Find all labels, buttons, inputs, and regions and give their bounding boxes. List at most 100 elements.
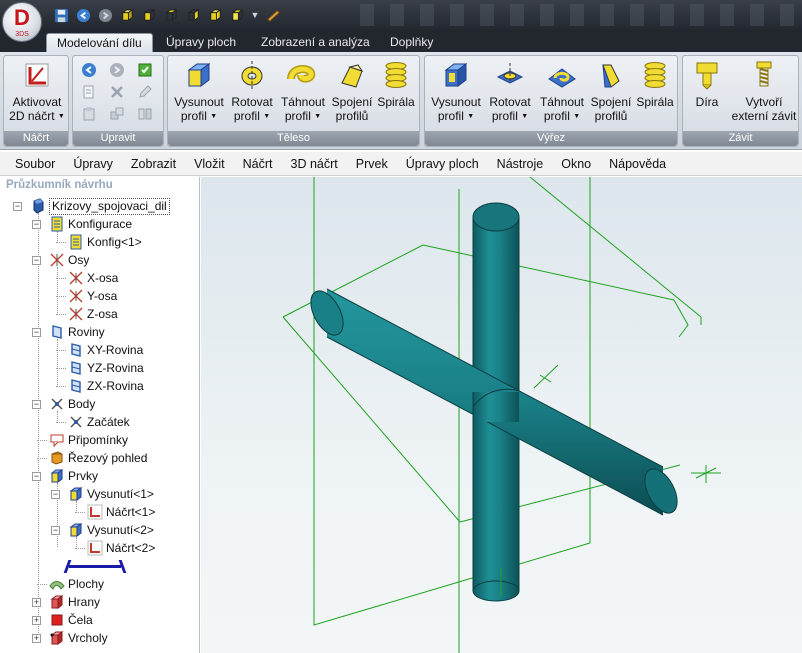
collapse-toggle[interactable]: −: [51, 490, 60, 499]
collapse-toggle[interactable]: −: [32, 256, 41, 265]
tree-node[interactable]: − Prvky: [0, 467, 200, 485]
edit-icon[interactable]: [135, 82, 155, 102]
tree-node[interactable]: Řezový pohled: [0, 449, 200, 467]
menu-zobrazit[interactable]: Zobrazit: [122, 157, 185, 171]
tree-node[interactable]: [0, 557, 200, 575]
redo-small-icon[interactable]: [107, 60, 127, 80]
tree-node[interactable]: − Roviny: [0, 323, 200, 341]
tree-node[interactable]: − Krizovy_spojovaci_dil: [0, 197, 200, 215]
solid-extrude-button[interactable]: Vysunout profil ▼: [170, 59, 228, 124]
view-cube-back-icon[interactable]: [228, 7, 246, 24]
solid-loft-button[interactable]: Spojení profilů: [330, 59, 374, 123]
cut-revolve-button[interactable]: Rotovat profil ▼: [485, 59, 535, 124]
view-cube-iso-icon[interactable]: [206, 7, 224, 24]
tree-node[interactable]: Náčrt<2>: [0, 539, 200, 557]
tree-node[interactable]: − Body: [0, 395, 200, 413]
solid-spiral-button[interactable]: Spirála: [374, 59, 418, 109]
view-cube-side-icon[interactable]: [184, 7, 202, 24]
tree-node-label: Krizovy_spojovaci_dil: [49, 198, 170, 215]
tree-node[interactable]: − Vysunutí<2>: [0, 521, 200, 539]
tab-modelovani-dilu[interactable]: Modelování dílu: [46, 33, 153, 52]
menu-upravy-ploch[interactable]: Úpravy ploch: [397, 157, 488, 171]
menu-vlozit[interactable]: Vložit: [185, 157, 234, 171]
external-thread-button[interactable]: Vytvoří externí závit: [729, 59, 799, 123]
view-cube-icon[interactable]: [118, 7, 136, 24]
plane-edge[interactable]: [422, 244, 675, 301]
pattern-icon[interactable]: [107, 104, 127, 124]
menu-napoveda[interactable]: Nápověda: [600, 157, 675, 171]
origin-icon: [68, 414, 84, 430]
tree-node[interactable]: YZ-Rovina: [0, 359, 200, 377]
mirror-icon[interactable]: [135, 104, 155, 124]
collapse-toggle[interactable]: −: [51, 526, 60, 535]
plane-edge[interactable]: [673, 299, 689, 338]
menu-nastroje[interactable]: Nástroje: [488, 157, 553, 171]
tree-node[interactable]: XY-Rovina: [0, 341, 200, 359]
3d-viewport[interactable]: [201, 177, 802, 653]
tree-node[interactable]: + Čela: [0, 611, 200, 629]
collapse-toggle[interactable]: −: [32, 220, 41, 229]
menu-nacrt[interactable]: Náčrt: [234, 157, 282, 171]
menu-upravy[interactable]: Úpravy: [64, 157, 122, 171]
tree-node[interactable]: Náčrt<1>: [0, 503, 200, 521]
model-canvas[interactable]: [201, 177, 802, 653]
paste-icon[interactable]: [79, 104, 99, 124]
tree-node-label: Z-osa: [87, 307, 118, 321]
tree-node[interactable]: Z-osa: [0, 305, 200, 323]
menu-prvek[interactable]: Prvek: [347, 157, 397, 171]
tree-node[interactable]: + Vrcholy: [0, 629, 200, 647]
expand-toggle[interactable]: +: [32, 634, 41, 643]
tree-node[interactable]: Konfig<1>: [0, 233, 200, 251]
tab-upravy-ploch[interactable]: Úpravy ploch: [156, 33, 246, 52]
axis-icon: [68, 270, 84, 286]
tree-node[interactable]: + Hrany: [0, 593, 200, 611]
menu-3d-nacrt[interactable]: 3D náčrt: [282, 157, 347, 171]
cut-extrude-button[interactable]: Vysunout profil ▼: [427, 59, 485, 124]
menu-okno[interactable]: Okno: [552, 157, 600, 171]
tree-node[interactable]: Plochy: [0, 575, 200, 593]
plane-edge[interactable]: [529, 177, 702, 318]
solid-sweep-button[interactable]: Táhnout profil ▼: [276, 59, 330, 124]
collapse-toggle[interactable]: −: [32, 328, 41, 337]
collapse-toggle[interactable]: −: [13, 202, 22, 211]
tree-node[interactable]: Připomínky: [0, 431, 200, 449]
undo-icon[interactable]: [74, 7, 92, 24]
view-cube-front-icon[interactable]: [140, 7, 158, 24]
activate-2d-sketch-button[interactable]: Aktivovat 2D náčrt ▼: [6, 59, 68, 124]
copy-icon[interactable]: [79, 82, 99, 102]
expand-toggle[interactable]: +: [32, 598, 41, 607]
tree-node[interactable]: ZX-Rovina: [0, 377, 200, 395]
section-view-icon: [49, 450, 65, 466]
hole-button[interactable]: Díra: [685, 59, 729, 109]
tree-node[interactable]: Začátek: [0, 413, 200, 431]
tree-node-label: Vysunutí<2>: [87, 523, 154, 537]
expand-toggle[interactable]: +: [32, 616, 41, 625]
tab-doplnky[interactable]: Doplňky: [380, 33, 443, 52]
tree-connector: [56, 314, 66, 315]
regenerate-icon[interactable]: [135, 60, 155, 80]
chevron-down-icon[interactable]: ▼: [250, 10, 260, 20]
solid-revolve-button[interactable]: Rotovat profil ▼: [228, 59, 276, 124]
cut-sweep-button[interactable]: Táhnout profil ▼: [535, 59, 589, 124]
solid-sweep-label-1: Táhnout: [280, 95, 326, 109]
app-menu-button[interactable]: D 3DS: [2, 2, 42, 42]
view-cube-top-icon[interactable]: [162, 7, 180, 24]
tree-node[interactable]: − Vysunutí<1>: [0, 485, 200, 503]
tree-node[interactable]: Y-osa: [0, 287, 200, 305]
measure-icon[interactable]: [264, 7, 282, 24]
redo-icon[interactable]: [96, 7, 114, 24]
tree-node[interactable]: − Konfigurace: [0, 215, 200, 233]
tab-zobrazeni-a-analyza[interactable]: Zobrazení a analýza: [251, 33, 380, 52]
tree-node[interactable]: − Osy: [0, 251, 200, 269]
undo-small-icon[interactable]: [79, 60, 99, 80]
menu-soubor[interactable]: Soubor: [6, 157, 64, 171]
delete-icon[interactable]: [107, 82, 127, 102]
cut-spiral-button[interactable]: Spirála: [633, 59, 677, 109]
cut-loft-button[interactable]: Spojení profilů: [589, 59, 633, 123]
tree-node[interactable]: X-osa: [0, 269, 200, 287]
save-icon[interactable]: [52, 7, 70, 24]
cut-spiral-icon: [639, 59, 671, 91]
rollback-bar[interactable]: [63, 560, 127, 573]
collapse-toggle[interactable]: −: [32, 400, 41, 409]
collapse-toggle[interactable]: −: [32, 472, 41, 481]
